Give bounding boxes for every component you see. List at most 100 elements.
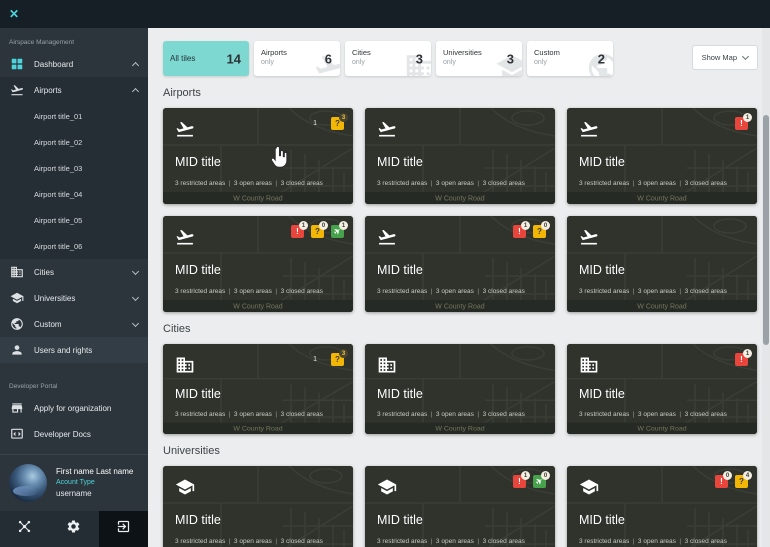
plane-badge: ✈ 1 — [331, 221, 348, 238]
show-map-label: Show Map — [701, 53, 737, 62]
sidebar-item-label: Dashboard — [34, 59, 74, 69]
svg-text:W County Road: W County Road — [637, 304, 687, 311]
badge-row: ! 1? 0 ✈ 1 — [291, 221, 348, 238]
badge-count: 3 — [339, 113, 348, 122]
filter-tile-cities[interactable]: Cities only 3 — [345, 41, 431, 76]
globe-icon — [10, 317, 24, 331]
card-cities-1[interactable]: W County Road 1 ? 3 MID title 3 restricted ar… — [163, 344, 353, 434]
sidebar-item-dashboard[interactable]: Dashboard — [0, 51, 148, 77]
card-airports-3[interactable]: W County Road ! 1 MID title 3 restricted are… — [567, 108, 757, 204]
sidebar-subitem-airports-1[interactable]: Airport title_01 — [0, 103, 148, 129]
chevron-up-icon — [131, 61, 140, 70]
card-title: MID title — [175, 513, 221, 527]
filter-tile-custom[interactable]: Custom only 2 — [527, 41, 613, 76]
filter-tile-sublabel: only — [443, 58, 456, 66]
card-cities-2[interactable]: W County Road MID title 3 restricted areas… — [365, 344, 555, 434]
svg-text:W County Road: W County Road — [637, 196, 687, 203]
building-icon — [377, 355, 397, 375]
show-map-button[interactable]: Show Map — [691, 45, 758, 70]
badge-count: 3 — [339, 349, 348, 358]
card-airports-6[interactable]: W County Road MID title 3 restricted areas… — [567, 216, 757, 312]
filter-tile-all-tiles[interactable]: All tiles 14 — [163, 41, 249, 76]
filter-tile-label: Cities only — [352, 48, 371, 66]
section-title-universities: Universities — [163, 445, 220, 457]
card-stats: 3 restricted areas | 3 open areas | 3 closed… — [377, 180, 525, 187]
filter-row: All tiles 14 Airports only 6 Cities only 3 Unive… — [163, 41, 758, 76]
card-grid-cities: W County Road 1 ? 3 MID title 3 restricted ar… — [163, 344, 770, 434]
window-topbar: ✕ — [0, 0, 770, 28]
filter-tile-count: 6 — [324, 51, 332, 66]
filter-tile-sublabel: only — [534, 58, 547, 66]
sidebar-item-universities[interactable]: Universities — [0, 285, 148, 311]
settings-button[interactable] — [49, 511, 98, 547]
close-icon[interactable]: ✕ — [9, 8, 19, 20]
svg-text:W County Road: W County Road — [435, 426, 485, 433]
card-stats: 3 restricted areas | 3 open areas | 3 closed… — [377, 288, 525, 295]
card-airports-1[interactable]: W County Road 1 ? 3 MID title 3 restricted ar… — [163, 108, 353, 204]
dashboard-grid-icon — [10, 57, 24, 71]
sidebar-subitem-airports-6[interactable]: Airport title_06 — [0, 233, 148, 259]
sidebar-group-universities: Universities — [0, 285, 148, 311]
filter-tile-count: 14 — [226, 51, 241, 66]
plane-takeoff-icon — [377, 119, 397, 139]
sidebar-item-users-and-rights[interactable]: Users and rights — [0, 337, 148, 363]
badge-row: ! 0? 4 — [715, 471, 752, 488]
badge-count: 1 — [299, 221, 308, 230]
sidebar-item-developer-docs[interactable]: Developer Docs — [0, 421, 148, 447]
card-airports-2[interactable]: W County Road MID title 3 restricted areas… — [365, 108, 555, 204]
drone-button[interactable] — [0, 511, 49, 547]
sidebar-subitem-label: Airport title_06 — [34, 241, 83, 251]
svg-text:W County Road: W County Road — [637, 426, 687, 433]
sidebar-subitem-label: Airport title_05 — [34, 215, 83, 225]
filter-tile-sublabel: only — [352, 58, 365, 66]
filter-tile-count: 2 — [597, 51, 605, 66]
main-content: All tiles 14 Airports only 6 Cities only 3 Unive… — [148, 28, 770, 547]
scrollbar-track[interactable] — [762, 28, 770, 547]
badge-row: ! 1 — [735, 113, 752, 130]
sidebar-subitem-airports-5[interactable]: Airport title_05 — [0, 207, 148, 233]
badge-count: 1 — [339, 221, 348, 230]
alert-badge: ! 1 — [291, 221, 308, 238]
user-panel[interactable]: First name Last name Acount Type usernam… — [0, 454, 148, 511]
organization-icon — [10, 401, 24, 415]
card-title: MID title — [579, 387, 625, 401]
avatar — [9, 464, 47, 502]
logout-icon — [116, 519, 131, 539]
filter-tile-airports[interactable]: Airports only 6 — [254, 41, 340, 76]
card-airports-4[interactable]: W County Road ! 1? 0 ✈ 1 MID title 3 restricted… — [163, 216, 353, 312]
sidebar-subitem-airports-4[interactable]: Airport title_04 — [0, 181, 148, 207]
sidebar-subitem-label: Airport title_02 — [34, 137, 83, 147]
user-username: username — [56, 489, 92, 499]
card-universities-2[interactable]: W County Road!1✈0MID title3 restricted a… — [365, 466, 555, 547]
card-stats: 3 restricted areas | 3 open areas | 3 closed… — [175, 180, 323, 187]
sidebar-subitem-airports-2[interactable]: Airport title_02 — [0, 129, 148, 155]
card-title: MID title — [175, 155, 221, 169]
sidebar-group-dashboard: Dashboard — [0, 51, 148, 77]
card-cities-3[interactable]: W County Road ! 1 MID title 3 restricted are… — [567, 344, 757, 434]
card-universities-1[interactable]: W County RoadMID title3 restricted areas… — [163, 466, 353, 547]
user-full-name: First name Last name — [56, 467, 134, 477]
sidebar-item-cities[interactable]: Cities — [0, 259, 148, 285]
logout-button[interactable] — [98, 511, 148, 547]
sidebar-item-apply-for-organization[interactable]: Apply for organization — [0, 395, 148, 421]
card-airports-5[interactable]: W County Road ! 1? 0 MID title 3 restricted a… — [365, 216, 555, 312]
card-stats: 3 restricted areas | 3 open areas | 3 closed… — [579, 411, 727, 418]
sidebar-subitem-airports-3[interactable]: Airport title_03 — [0, 155, 148, 181]
sidebar-bottom-bar — [0, 511, 148, 547]
filter-tile-universities[interactable]: Universities only 3 — [436, 41, 522, 76]
question-badge: ? 3 — [331, 113, 348, 130]
sidebar-item-custom[interactable]: Custom — [0, 311, 148, 337]
card-title: MID title — [175, 387, 221, 401]
sidebar-item-airports[interactable]: Airports — [0, 77, 148, 103]
scrollbar-thumb[interactable] — [763, 115, 769, 345]
svg-text:W County Road: W County Road — [233, 196, 283, 203]
card-stats: 3 restricted areas | 3 open areas | 3 closed… — [175, 411, 323, 418]
card-title: MID title — [579, 155, 625, 169]
card-universities-3[interactable]: W County Road!0?4MID title3 restricted a… — [567, 466, 757, 547]
badge-row: 1 ? 3 — [313, 349, 348, 366]
question-badge: ? 4 — [735, 471, 752, 488]
building-icon — [175, 355, 195, 375]
sidebar-subitem-label: Airport title_04 — [34, 189, 83, 199]
plane-takeoff-icon — [579, 227, 599, 247]
badge-row: ! 1 — [735, 349, 752, 366]
